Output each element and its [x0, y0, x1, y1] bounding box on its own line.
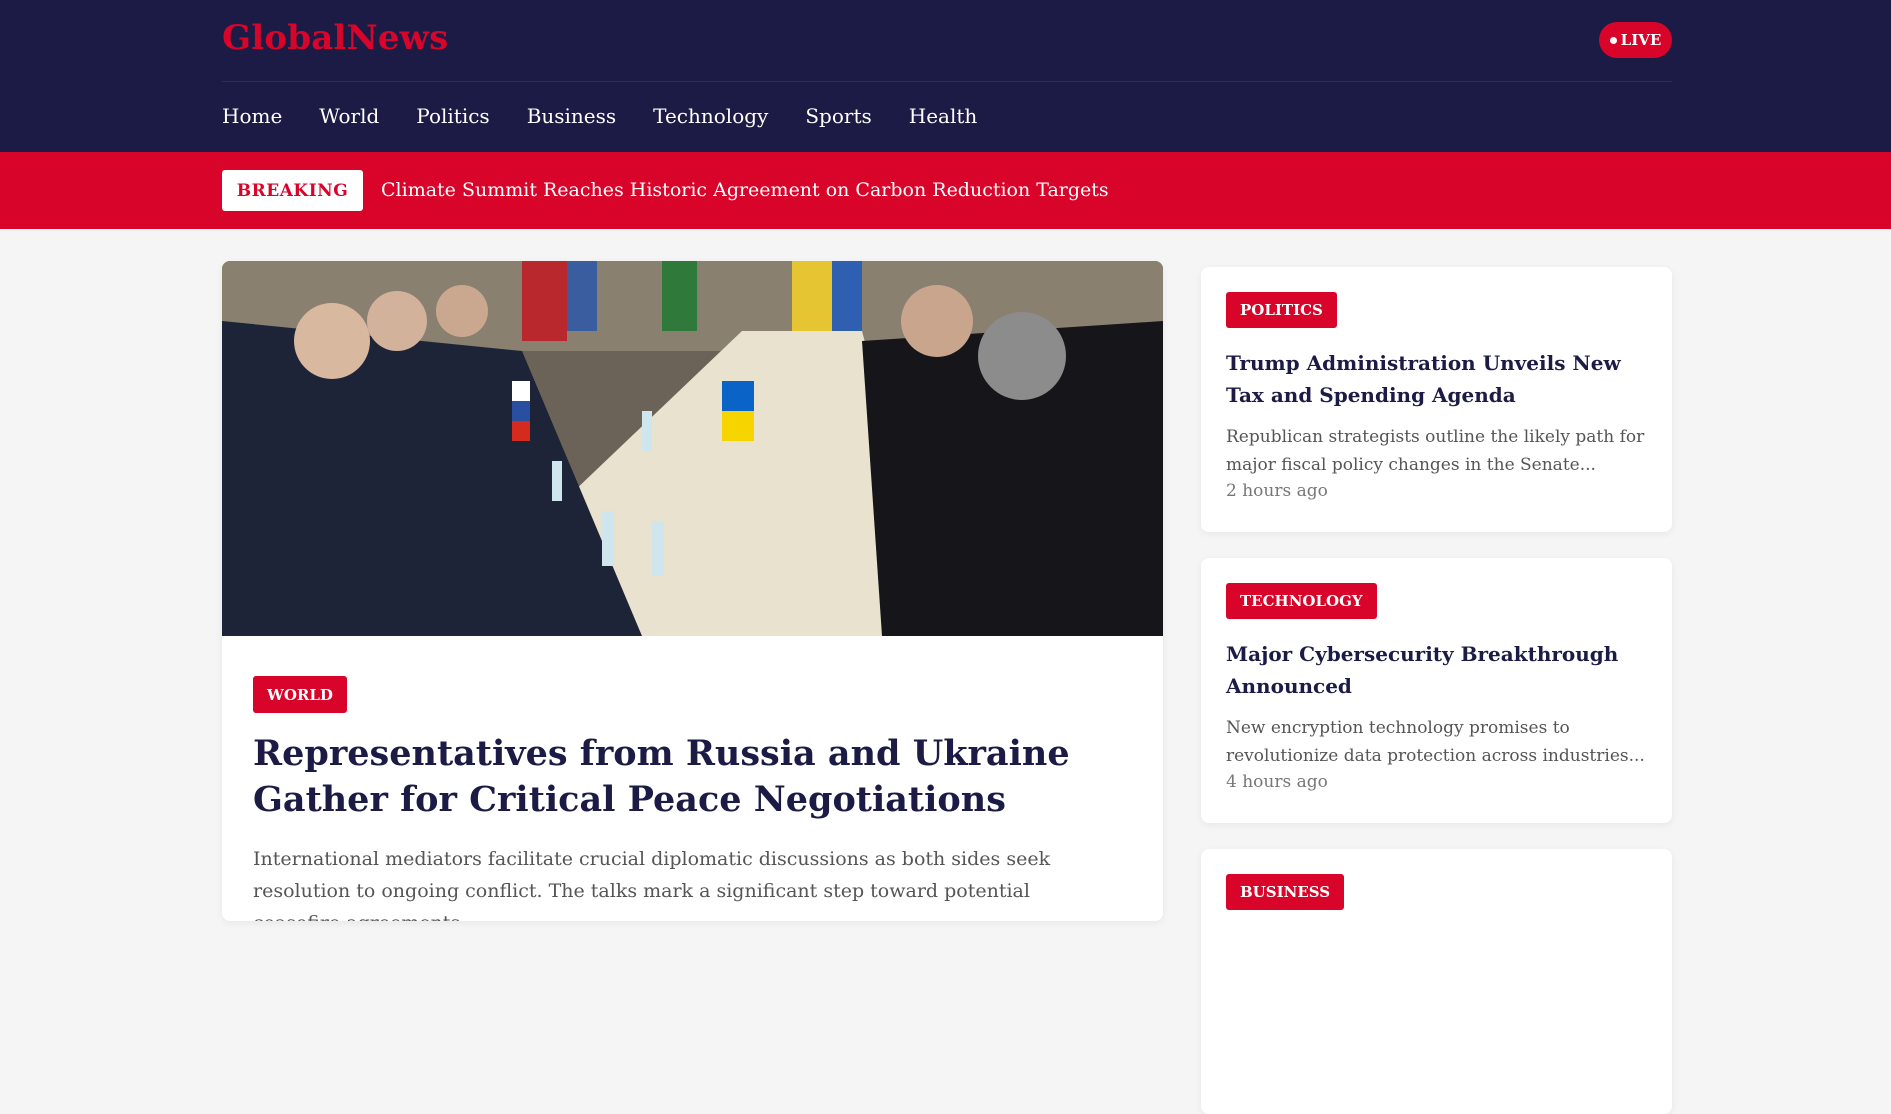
- nav-item-sports[interactable]: Sports: [805, 104, 871, 128]
- breaking-news-bar: BREAKING Climate Summit Reaches Historic…: [0, 152, 1891, 229]
- nav-item-home[interactable]: Home: [222, 104, 282, 128]
- site-logo[interactable]: GlobalNews: [222, 18, 448, 58]
- featured-title[interactable]: Representatives from Russia and Ukraine …: [253, 731, 1113, 823]
- live-dot-icon: [1609, 36, 1617, 44]
- nav-item-politics[interactable]: Politics: [416, 104, 489, 128]
- live-badge[interactable]: LIVE: [1599, 22, 1672, 58]
- featured-summary: International mediators facilitate cruci…: [253, 848, 1051, 921]
- live-label: LIVE: [1620, 31, 1662, 49]
- header-divider: [222, 81, 1672, 82]
- breaking-label: BREAKING: [222, 170, 363, 211]
- nav-item-business[interactable]: Business: [527, 104, 616, 128]
- category-tag[interactable]: BUSINESS: [1226, 874, 1345, 910]
- nav-item-health[interactable]: Health: [909, 104, 978, 128]
- side-article-card[interactable]: TECHNOLOGY Major Cybersecurity Breakthro…: [1201, 558, 1672, 823]
- main-nav: Home World Politics Business Technology …: [222, 104, 977, 128]
- site-header: GlobalNews LIVE Home World Politics Busi…: [0, 0, 1891, 152]
- side-article-card[interactable]: POLITICS Trump Administration Unveils Ne…: [1201, 267, 1672, 532]
- article-timestamp: 4 hours ago: [1226, 772, 1328, 792]
- article-title[interactable]: Trump Administration Unveils New Tax and…: [1226, 347, 1651, 411]
- article-summary: New encryption technology promises to re…: [1226, 718, 1645, 766]
- featured-image[interactable]: [222, 261, 1163, 636]
- category-tag[interactable]: POLITICS: [1226, 292, 1337, 328]
- category-tag[interactable]: WORLD: [253, 676, 347, 713]
- featured-article[interactable]: WORLD Representatives from Russia and Uk…: [222, 261, 1163, 921]
- article-summary: Republican strategists outline the likel…: [1226, 427, 1645, 475]
- article-timestamp: 2 hours ago: [1226, 481, 1328, 501]
- nav-item-technology[interactable]: Technology: [653, 104, 768, 128]
- category-tag[interactable]: TECHNOLOGY: [1226, 583, 1377, 619]
- article-title[interactable]: Major Cybersecurity Breakthrough Announc…: [1226, 638, 1651, 702]
- side-article-card[interactable]: BUSINESS: [1201, 849, 1672, 1114]
- nav-item-world[interactable]: World: [319, 104, 379, 128]
- breaking-headline[interactable]: Climate Summit Reaches Historic Agreemen…: [381, 179, 1109, 201]
